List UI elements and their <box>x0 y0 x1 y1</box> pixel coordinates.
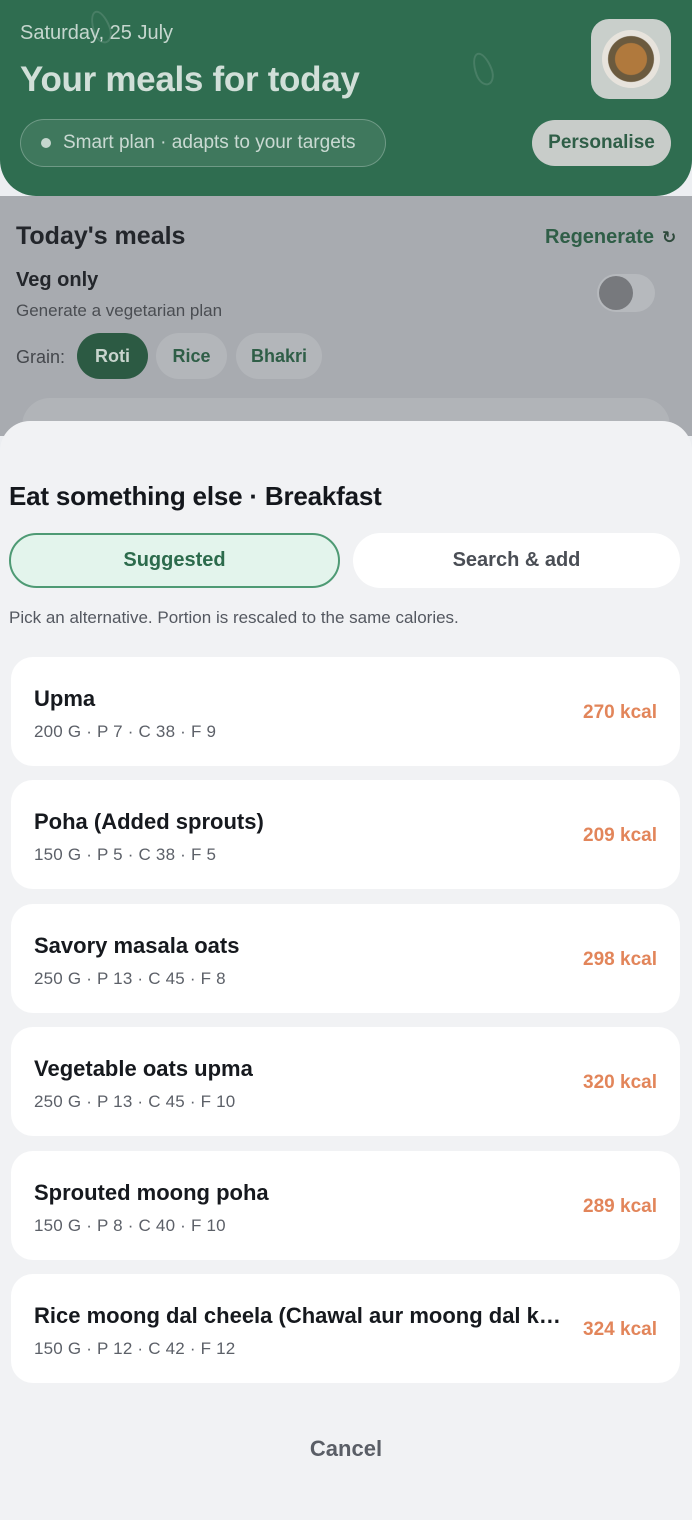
date-label: Saturday, 25 July <box>20 22 174 44</box>
meal-option[interactable]: Rice moong dal cheela (Chawal aur moong … <box>11 1273 680 1383</box>
meal-name: Rice moong dal cheela (Chawal aur moong … <box>34 1302 566 1328</box>
meal-calories: 298 kcal <box>583 948 657 970</box>
regenerate-label: Regenerate <box>545 226 654 248</box>
refresh-icon: ↻ <box>661 227 677 247</box>
grain-chip-bhakri[interactable]: Bhakri <box>236 333 322 379</box>
veg-only-label: Veg only <box>16 269 99 291</box>
meal-option[interactable]: Upma 200 G · P 7 · C 38 · F 9 270 kcal <box>11 657 680 766</box>
meal-macros: 250 G · P 13 · C 45 · F 8 <box>34 968 226 988</box>
meal-option[interactable]: Vegetable oats upma 250 G · P 13 · C 45 … <box>11 1027 680 1137</box>
grain-chip-roti[interactable]: Roti <box>77 333 148 379</box>
meal-name: Sprouted moong poha <box>34 1179 269 1205</box>
screen: Saturday, 25 July Your meals for today S… <box>0 0 692 1520</box>
cancel-button[interactable]: Cancel <box>0 1436 692 1462</box>
veg-only-description: Generate a vegetarian plan <box>16 301 223 320</box>
food-plate-icon <box>602 30 660 88</box>
meal-list: Upma 200 G · P 7 · C 38 · F 9 270 kcal P… <box>11 657 680 1397</box>
meal-name: Savory masala oats <box>34 932 240 958</box>
meal-name: Upma <box>34 686 96 711</box>
page-title: Your meals for today <box>20 60 360 99</box>
meal-photo-thumbnail[interactable] <box>591 19 671 99</box>
leaf-decoration-icon <box>468 49 498 89</box>
meal-name: Vegetable oats upma <box>34 1056 253 1082</box>
alternative-meals-sheet: Eat something else · Breakfast Suggested… <box>0 421 692 1520</box>
hero-header: Saturday, 25 July Your meals for today S… <box>0 0 692 196</box>
toggle-knob <box>599 276 633 310</box>
sheet-hint: Pick an alternative. Portion is rescaled… <box>9 608 459 627</box>
grain-label: Grain: <box>16 347 66 367</box>
personalise-button[interactable]: Personalise <box>532 120 671 166</box>
meal-macros: 200 G · P 7 · C 38 · F 9 <box>34 722 217 741</box>
meal-macros: 250 G · P 13 · C 45 · F 10 <box>34 1092 236 1112</box>
meal-option[interactable]: Sprouted moong poha 150 G · P 8 · C 40 ·… <box>11 1150 680 1260</box>
tab-suggested[interactable]: Suggested <box>9 533 340 588</box>
smart-plan-text: Smart plan · adapts to your targets <box>63 132 356 153</box>
todays-meals-heading: Today's meals <box>16 222 186 250</box>
meal-macros: 150 G · P 12 · C 42 · F 12 <box>34 1338 236 1358</box>
veg-only-toggle[interactable] <box>597 274 655 312</box>
meal-option[interactable]: Savory masala oats 250 G · P 13 · C 45 ·… <box>11 903 680 1013</box>
regenerate-button[interactable]: Regenerate ↻ <box>545 226 676 249</box>
grain-chip-rice[interactable]: Rice <box>156 333 227 379</box>
meal-macros: 150 G · P 5 · C 38 · F 5 <box>34 845 217 865</box>
meal-option[interactable]: Poha (Added sprouts) 150 G · P 5 · C 38 … <box>11 780 680 890</box>
meal-macros: 150 G · P 8 · C 40 · F 10 <box>34 1215 226 1235</box>
meal-calories: 270 kcal <box>583 702 657 723</box>
meal-calories: 289 kcal <box>583 1195 657 1217</box>
tab-search-add[interactable]: Search & add <box>353 533 680 588</box>
meal-calories: 324 kcal <box>583 1318 657 1340</box>
meal-calories: 209 kcal <box>583 825 657 847</box>
meal-name: Poha (Added sprouts) <box>34 809 264 835</box>
smart-plan-badge: Smart plan · adapts to your targets <box>20 119 386 167</box>
status-dot-icon <box>41 138 51 148</box>
meal-calories: 320 kcal <box>583 1072 657 1094</box>
sheet-title: Eat something else · Breakfast <box>9 481 382 511</box>
